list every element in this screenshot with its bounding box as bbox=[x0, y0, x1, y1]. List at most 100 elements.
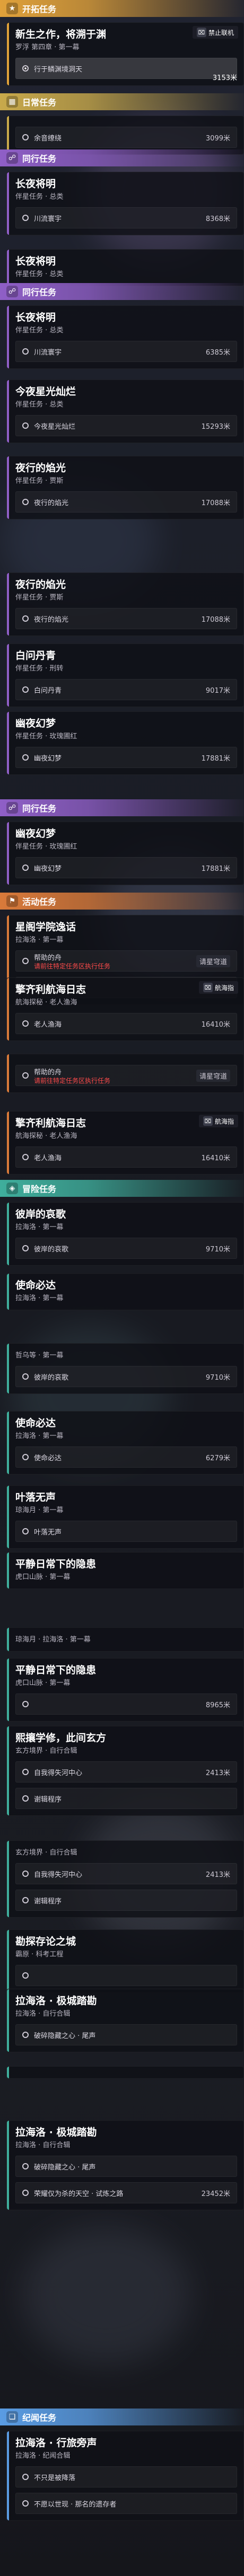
quest-card[interactable]: 擎齐利航海日志 航海探秘 · 老人渔海 ⌧ 航海指 老人渔海 16410米 bbox=[6, 1111, 244, 1175]
quest-card[interactable]: 今夜星光灿烂 伴星任务 · 总类 今夜星光灿烂 15293米 bbox=[6, 380, 244, 443]
section-label: 同行任务 bbox=[22, 804, 57, 814]
quest-card[interactable]: 哲乌等 · 第一幕 彼岸的哀歌 9710米 bbox=[6, 1343, 244, 1394]
quest-card[interactable]: 夜行的焰光 伴星任务 · 贾斯 夜行的焰光 17088米 bbox=[6, 456, 244, 519]
objective-text: 自我得失河中心 bbox=[34, 1869, 82, 1879]
quest-card[interactable]: 帮助的舟 请前往特定任务区执行任务 请星穹道 bbox=[6, 1054, 244, 1093]
quest-card[interactable]: 使命必达 拉海洛 · 第一幕 bbox=[6, 1273, 244, 1310]
objective-distance: 6279米 bbox=[205, 1454, 230, 1462]
objective-row[interactable]: 叶落无声 bbox=[15, 1521, 237, 1542]
nav-badge[interactable]: 请星穹道 bbox=[196, 955, 230, 967]
companion-section-header[interactable]: ☍ 同行任务 bbox=[0, 149, 244, 166]
quest-title: 叶落无声 bbox=[15, 1492, 56, 1503]
objective-row[interactable]: 余音缭绕 3099米 bbox=[15, 127, 237, 148]
objective-row[interactable]: 彼岸的哀歌 9710米 bbox=[15, 1238, 237, 1259]
objective-label: 帮助的舟 bbox=[34, 954, 62, 962]
quest-subtitle: 拉海洛 · 第一幕 bbox=[15, 1294, 64, 1302]
quest-subtitle: 拉海洛 · 第一幕 bbox=[15, 936, 64, 944]
card-accent bbox=[7, 1111, 9, 1174]
objective-row[interactable]: 帮助的舟 请前往特定任务区执行任务 请星穹道 bbox=[15, 950, 237, 972]
quest-subtitle: 琼海月 · 拉海洛 · 第一幕 bbox=[15, 1636, 91, 1644]
quest-card[interactable]: 拉海洛 · 极城踏勘 拉海洛 · 自行合辑 破碎隐藏之心 · 尾声 荣耀仅为杀的天空 … bbox=[6, 2120, 244, 2210]
objective-distance: 16410米 bbox=[201, 1154, 230, 1162]
objective-distance: 9710米 bbox=[205, 1373, 230, 1382]
objective-radio-icon bbox=[22, 1072, 29, 1079]
quest-card[interactable]: 使命必达 拉海洛 · 第一幕 使命必达 6279米 bbox=[6, 1411, 244, 1475]
objective-row[interactable] bbox=[15, 1965, 237, 1986]
quest-card[interactable]: 拉海洛 · 极城踏勘 拉海洛 · 自行合辑 破碎隐藏之心 · 尾声 bbox=[6, 1989, 244, 2052]
objective-row[interactable]: 幽夜幻梦 17881米 bbox=[15, 747, 237, 768]
quest-card[interactable]: 彼岸的哀歌 拉海洛 · 第一幕 彼岸的哀歌 9710米 bbox=[6, 1202, 244, 1266]
quest-card[interactable]: 幽夜幻梦 伴星任务 · 玫瑰圃红 幽夜幻梦 17881米 bbox=[6, 711, 244, 775]
quest-card[interactable]: 长夜将明 伴星任务 · 总类 川流寰宇 8368米 bbox=[6, 172, 244, 235]
objective-row[interactable]: 破碎隐藏之心 · 尾声 bbox=[15, 2024, 237, 2045]
quest-subtitle: 虎口山脉 · 第一幕 bbox=[15, 1573, 71, 1581]
quest-card[interactable]: 幽夜幻梦 伴星任务 · 玫瑰圃红 幽夜幻梦 17881米 bbox=[6, 822, 244, 885]
objective-row[interactable]: 夜行的焰光 17088米 bbox=[15, 608, 237, 629]
quest-card[interactable]: 琼海月 · 拉海洛 · 第一幕 bbox=[6, 1627, 244, 1652]
objective-row[interactable]: 幽夜幻梦 17881米 bbox=[15, 857, 237, 878]
nav-badge[interactable]: 请星穹道 bbox=[196, 1069, 230, 1082]
adventure-section-header[interactable]: ◈ 冒险任务 bbox=[0, 1180, 244, 1197]
objective-row[interactable]: 老人渔海 16410米 bbox=[15, 1146, 237, 1168]
objective-row[interactable]: 自我得失河中心 2413米 bbox=[15, 1761, 237, 1783]
objective-row[interactable]: 自我得失河中心 2413米 bbox=[15, 1863, 237, 1884]
objective-row[interactable]: 使命必达 6279米 bbox=[15, 1446, 237, 1468]
quest-card[interactable]: 叶落无声 琼海月 · 第一幕 叶落无声 bbox=[6, 1485, 244, 1549]
quest-card[interactable]: 玄方境界 · 自行合辑 自我得失河中心 2413米 谢辑程序 bbox=[6, 1840, 244, 1918]
objective-row[interactable]: 荣耀仅为杀的天空 · 试炼之路 23452米 bbox=[15, 2182, 237, 2203]
objective-row[interactable]: 川流寰宇 6385米 bbox=[15, 341, 237, 362]
companion-section-2-header[interactable]: ☍ 同行任务 bbox=[0, 283, 244, 300]
quest-card[interactable]: 夜行的焰光 伴星任务 · 贾斯 夜行的焰光 17088米 bbox=[6, 572, 244, 636]
quest-card[interactable]: 擎齐利航海日志 航海探秘 · 老人渔海 ⌧ 航海指 老人渔海 16410米 bbox=[6, 977, 244, 1041]
card-accent bbox=[7, 23, 9, 85]
objective-row[interactable]: 白问丹青 9017米 bbox=[15, 679, 237, 700]
main-section-header[interactable]: ★ 开拓任务 bbox=[0, 0, 244, 17]
objective-row[interactable]: 彼岸的哀歌 9710米 bbox=[15, 1366, 237, 1387]
card-accent bbox=[7, 2431, 9, 2520]
objective-text: 今夜星光灿烂 bbox=[34, 421, 75, 431]
objective-row[interactable]: 帮助的舟 请前往特定任务区执行任务 请星穹道 bbox=[15, 1065, 237, 1086]
quest-card[interactable]: 拉海洛 · 行旅旁声 拉海洛 · 纪闻合辑 不只是被降落 不愿以世现 · 那名的遗存者 bbox=[6, 2431, 244, 2521]
objective-label: 使命必达 bbox=[34, 1454, 62, 1462]
companion-section-3-header[interactable]: ☍ 同行任务 bbox=[0, 799, 244, 816]
objective-radio-icon bbox=[22, 499, 29, 505]
objective-label: 叶落无声 bbox=[34, 1528, 62, 1537]
objective-row[interactable]: 破碎隐藏之心 · 尾声 bbox=[15, 2156, 237, 2177]
quest-card[interactable]: 余音缭绕 3099米 bbox=[6, 116, 244, 155]
objective-row[interactable]: 谢辑程序 bbox=[15, 1890, 237, 1911]
objective-text: 谢辑程序 bbox=[34, 1895, 62, 1905]
quest-card[interactable]: 勘探存论之城 霸原 · 科考工程 bbox=[6, 1929, 244, 1993]
card-accent bbox=[7, 1344, 9, 1393]
quest-title: 拉海洛 · 极城踏勘 bbox=[15, 1995, 97, 2007]
objective-row[interactable]: 谢辑程序 bbox=[15, 1788, 237, 1809]
objective-row[interactable]: 老人渔海 16410米 bbox=[15, 1013, 237, 1034]
quest-card[interactable]: 平静日常下的隐患 虎口山脉 · 第一幕 bbox=[6, 1552, 244, 1589]
objective-row[interactable]: 不愿以世现 · 那名的遗存者 bbox=[15, 2493, 237, 2514]
daily-section-header[interactable]: ▦ 日常任务 bbox=[0, 93, 244, 110]
quest-card[interactable]: 白问丹青 伴星任务 · 刑转 白问丹青 9017米 bbox=[6, 643, 244, 707]
flag-icon: ⚑ bbox=[6, 895, 18, 907]
quest-card[interactable]: 新生之作，将溯于渊 罗浮 第四章 · 第一幕 ⌧ 禁止联机 行于鳞渊境洞天 3153米 bbox=[6, 22, 244, 86]
quest-title: 拉海洛 · 行旅旁声 bbox=[15, 2437, 97, 2449]
quest-card[interactable]: 长夜将明 伴星任务 · 总类 bbox=[6, 249, 244, 286]
objective-warning: 请前往特定任务区执行任务 bbox=[34, 1077, 111, 1084]
objective-row[interactable]: 行于鳞渊境洞天 bbox=[15, 58, 237, 79]
quest-card[interactable] bbox=[6, 2066, 244, 2079]
quest-card[interactable]: 长夜将明 伴星任务 · 总类 川流寰宇 6385米 bbox=[6, 305, 244, 369]
event-section-header[interactable]: ⚑ 活动任务 bbox=[0, 893, 244, 910]
objective-row[interactable]: 8965米 bbox=[15, 1693, 237, 1715]
objective-row[interactable]: 今夜星光灿烂 15293米 bbox=[15, 415, 237, 436]
world-section-header[interactable]: ❏ 纪闻任务 bbox=[0, 2409, 244, 2425]
objective-row[interactable]: 川流寰宇 8368米 bbox=[15, 207, 237, 228]
quest-title: 彼岸的哀歌 bbox=[15, 1208, 66, 1220]
objective-row[interactable]: 夜行的焰光 17088米 bbox=[15, 491, 237, 513]
quest-title: 幽夜幻梦 bbox=[15, 828, 56, 840]
quest-title: 使命必达 bbox=[15, 1417, 56, 1429]
objective-radio-icon bbox=[22, 1897, 29, 1903]
objective-radio-icon bbox=[22, 1871, 29, 1877]
objective-row[interactable]: 不只是被降落 bbox=[15, 2466, 237, 2487]
card-accent bbox=[7, 116, 9, 154]
quest-title: 长夜将明 bbox=[15, 178, 56, 190]
quest-card[interactable]: 平静日常下的隐患 虎口山脉 · 第一幕 8965米 bbox=[6, 1658, 244, 1722]
quest-card[interactable]: 熙攘学修，此间玄方 玄方境界 · 自行合辑 自我得失河中心 2413米 谢辑程序 bbox=[6, 1726, 244, 1816]
